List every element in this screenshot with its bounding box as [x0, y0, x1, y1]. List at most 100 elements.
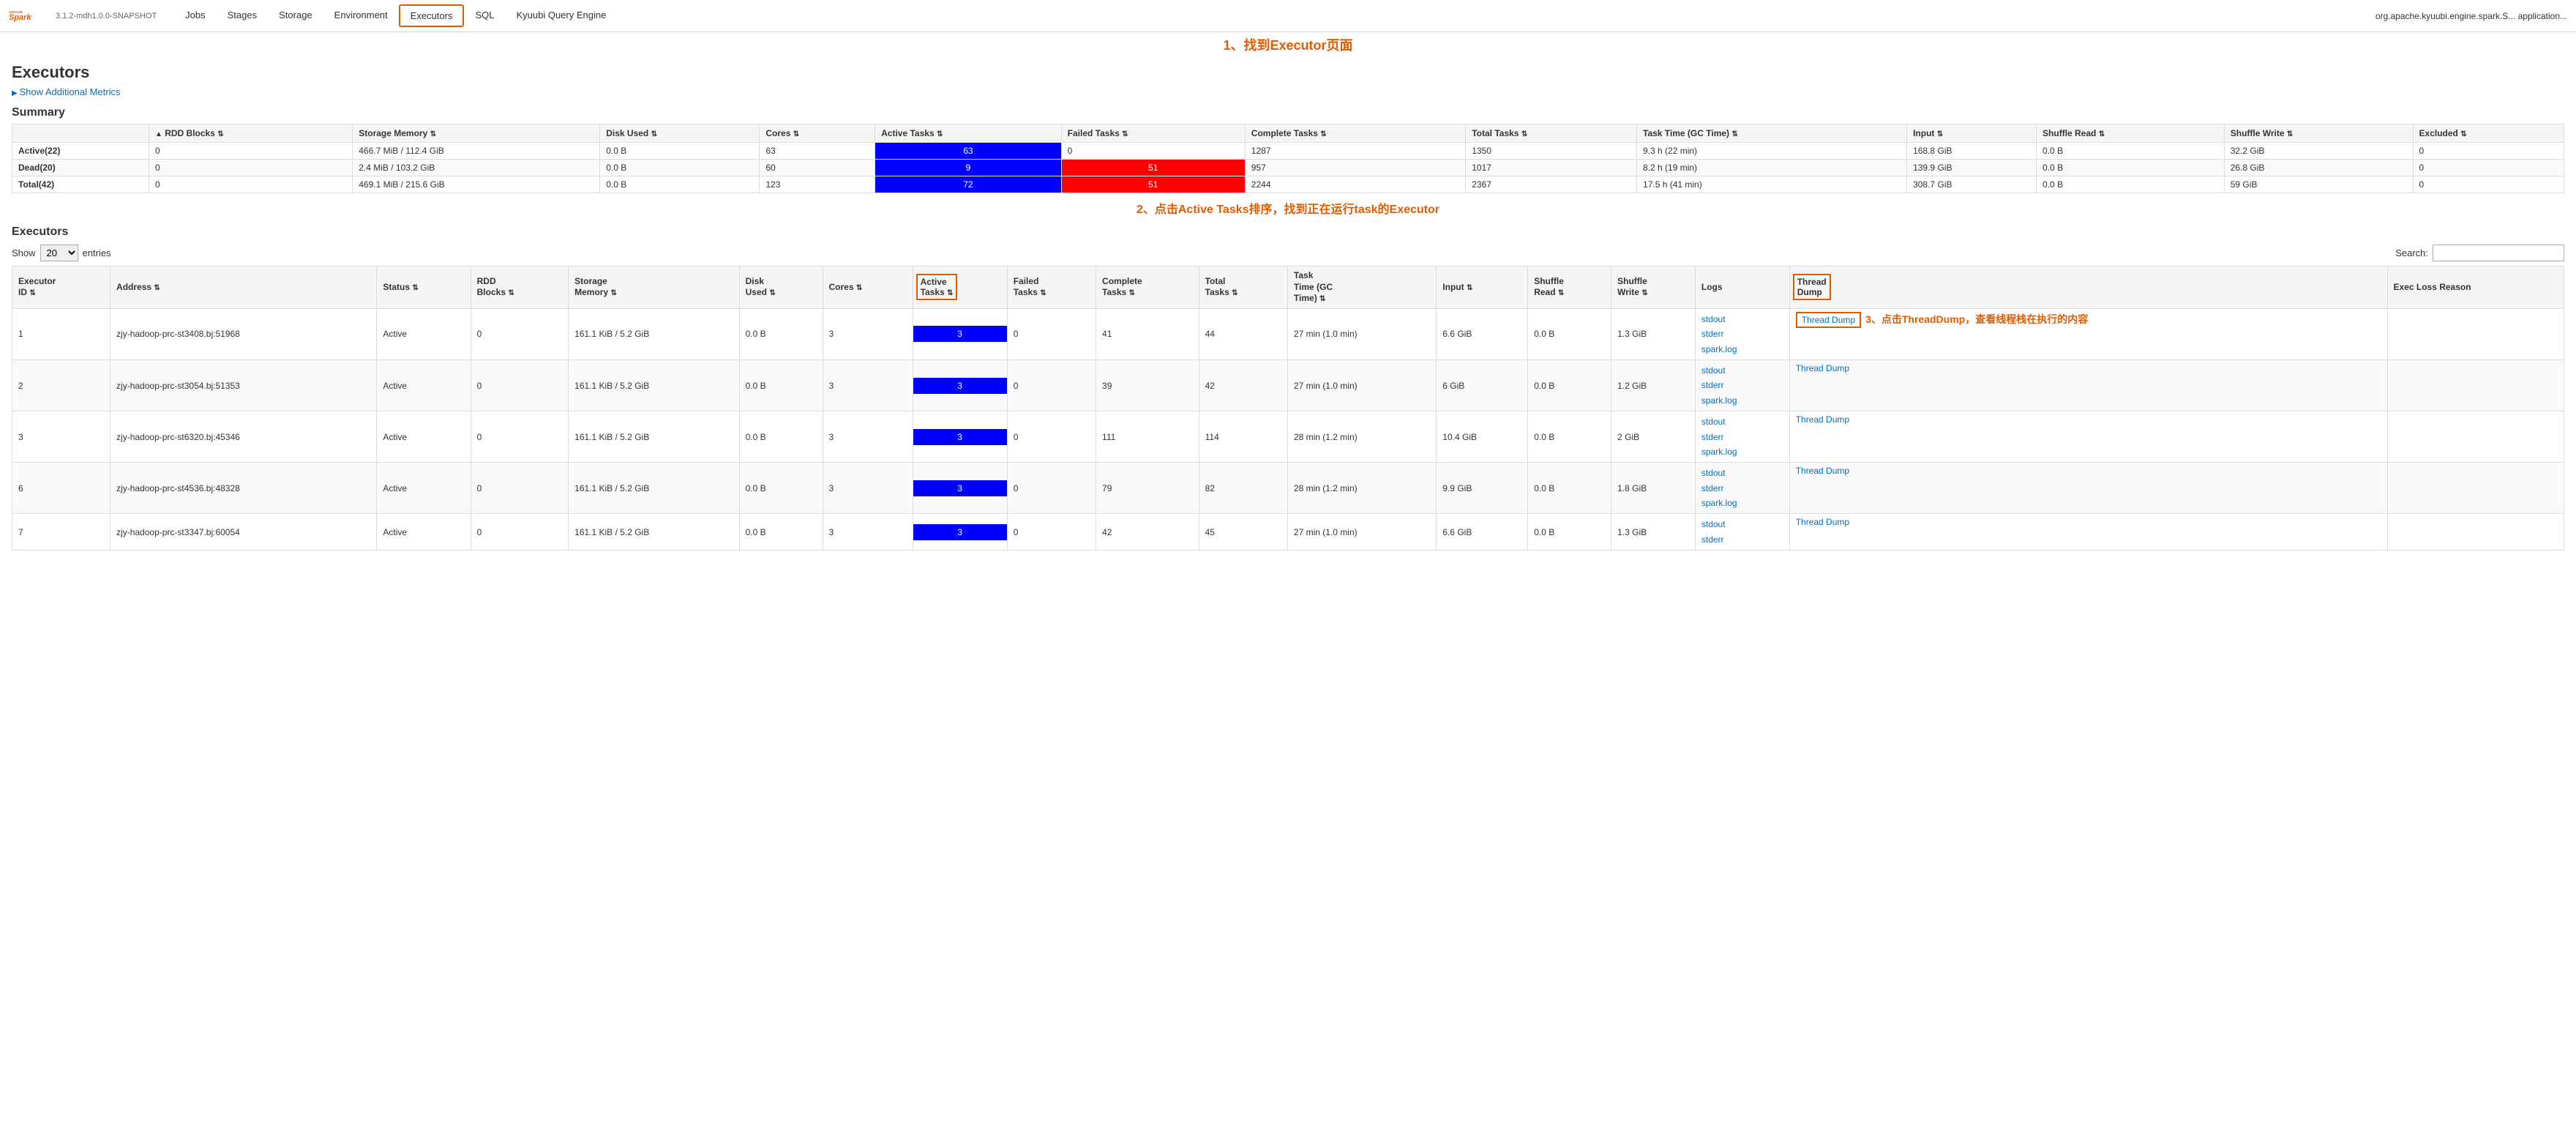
exec-col-thread-dump[interactable]: ThreadDump — [1789, 266, 2387, 309]
exec-complete-tasks-cell: 41 — [1096, 308, 1199, 359]
exec-col-total-tasks[interactable]: TotalTasks ⇅ — [1199, 266, 1287, 309]
summary-col-complete-tasks[interactable]: Complete Tasks ⇅ — [1245, 124, 1465, 143]
exec-col-shuffle-read[interactable]: ShuffleRead ⇅ — [1528, 266, 1611, 309]
summary-col-excluded[interactable]: Excluded ⇅ — [2413, 124, 2564, 143]
summary-cell: 9.3 h (22 min) — [1637, 143, 1907, 160]
log-link-stdout[interactable]: stdout — [1701, 519, 1726, 529]
exec-task-time-cell: 27 min (1.0 min) — [1287, 308, 1436, 359]
exec-col-active-tasks[interactable]: ActiveTasks ⇅ — [913, 266, 1007, 309]
nav-executors[interactable]: Executors — [399, 4, 465, 27]
exec-logs-cell: stdout stderr spark.log — [1695, 359, 1789, 411]
log-link-stdout[interactable]: stdout — [1701, 468, 1726, 478]
exec-col-id[interactable]: ExecutorID ⇅ — [12, 266, 111, 309]
exec-col-input[interactable]: Input ⇅ — [1437, 266, 1528, 309]
exec-complete-tasks-cell: 39 — [1096, 359, 1199, 411]
log-link-stderr[interactable]: stderr — [1701, 534, 1724, 545]
exec-failed-tasks-cell: 0 — [1007, 514, 1096, 551]
annotation-step2: 2、点击Active Tasks排序，找到正在运行task的Executor — [1137, 204, 1439, 216]
entries-select[interactable]: 20 50 100 — [40, 245, 78, 261]
summary-col-input[interactable]: Input ⇅ — [1907, 124, 2037, 143]
thread-dump-link[interactable]: Thread Dump — [1796, 414, 1849, 425]
show-metrics-link[interactable]: Show Additional Metrics — [12, 86, 120, 97]
log-link-stdout[interactable]: stdout — [1701, 365, 1726, 376]
active-tasks-value: 3 — [913, 524, 1007, 540]
nav-links: Jobs Stages Storage Environment Executor… — [174, 4, 2375, 27]
summary-cell: 123 — [760, 176, 875, 193]
summary-col-shuffle-read[interactable]: Shuffle Read ⇅ — [2037, 124, 2225, 143]
exec-col-disk[interactable]: DiskUsed ⇅ — [739, 266, 823, 309]
nav-stages[interactable]: Stages — [217, 4, 268, 27]
exec-failed-tasks-cell: 0 — [1007, 308, 1096, 359]
log-link-stdout[interactable]: stdout — [1701, 314, 1726, 324]
exec-col-address[interactable]: Address ⇅ — [111, 266, 377, 309]
exec-col-complete-tasks[interactable]: CompleteTasks ⇅ — [1096, 266, 1199, 309]
exec-shuffle-read-cell: 0.0 B — [1528, 463, 1611, 514]
exec-total-tasks-cell: 114 — [1199, 411, 1287, 463]
nav-sql[interactable]: SQL — [464, 4, 505, 27]
search-input[interactable] — [2433, 245, 2564, 261]
exec-logs-cell: stdout stderr spark.log — [1695, 308, 1789, 359]
summary-cell: 8.2 h (19 min) — [1637, 160, 1907, 176]
exec-col-failed-tasks[interactable]: FailedTasks ⇅ — [1007, 266, 1096, 309]
thread-dump-link[interactable]: Thread Dump — [1796, 466, 1849, 476]
nav-jobs[interactable]: Jobs — [174, 4, 216, 27]
exec-disk-used-cell: 0.0 B — [739, 514, 823, 551]
summary-cell: 0 — [2413, 160, 2564, 176]
active-tasks-value: 3 — [913, 326, 1007, 342]
exec-rdd-blocks-cell: 0 — [471, 359, 569, 411]
exec-status-cell: Active — [377, 359, 471, 411]
exec-logs-cell: stdout stderr — [1695, 514, 1789, 551]
exec-col-task-time[interactable]: TaskTime (GCTime) ⇅ — [1287, 266, 1436, 309]
summary-col-active-tasks[interactable]: Active Tasks ⇅ — [875, 124, 1062, 143]
summary-col-failed-tasks[interactable]: Failed Tasks ⇅ — [1061, 124, 1245, 143]
summary-cell: 0.0 B — [600, 143, 760, 160]
summary-col-total-tasks[interactable]: Total Tasks ⇅ — [1466, 124, 1637, 143]
log-link-stderr[interactable]: stderr — [1701, 380, 1724, 390]
log-link-stderr[interactable]: stderr — [1701, 329, 1724, 339]
log-link-spark-log[interactable]: spark.log — [1701, 498, 1737, 508]
exec-executor-id-cell: 2 — [12, 359, 111, 411]
exec-storage-memory-cell: 161.1 KiB / 5.2 GiB — [569, 514, 739, 551]
exec-active-tasks-cell: 3 — [913, 463, 1007, 514]
exec-col-cores[interactable]: Cores ⇅ — [823, 266, 913, 309]
nav-kyuubi[interactable]: Kyuubi Query Engine — [505, 4, 617, 27]
log-link-stderr[interactable]: stderr — [1701, 432, 1724, 442]
exec-status-cell: Active — [377, 514, 471, 551]
summary-col-task-time[interactable]: Task Time (GC Time) ⇅ — [1637, 124, 1907, 143]
exec-loss-reason-cell — [2387, 411, 2564, 463]
exec-thread-dump-cell: Thread Dump — [1789, 411, 2387, 463]
summary-cell: 2367 — [1466, 176, 1637, 193]
exec-cores-cell: 3 — [823, 411, 913, 463]
nav-environment[interactable]: Environment — [323, 4, 399, 27]
thread-dump-link[interactable]: Thread Dump — [1796, 363, 1849, 373]
thread-dump-link[interactable]: Thread Dump — [1796, 312, 1861, 328]
thread-dump-link[interactable]: Thread Dump — [1796, 517, 1849, 527]
log-link-stdout[interactable]: stdout — [1701, 417, 1726, 427]
exec-col-shuffle-write[interactable]: ShuffleWrite ⇅ — [1611, 266, 1696, 309]
exec-disk-used-cell: 0.0 B — [739, 359, 823, 411]
summary-col-cores[interactable]: Cores ⇅ — [760, 124, 875, 143]
log-link-spark-log[interactable]: spark.log — [1701, 395, 1737, 406]
exec-col-logs[interactable]: Logs — [1695, 266, 1789, 309]
summary-col-storage[interactable]: Storage Memory ⇅ — [353, 124, 600, 143]
summary-col-shuffle-write[interactable]: Shuffle Write ⇅ — [2224, 124, 2413, 143]
summary-cell: 0 — [2413, 176, 2564, 193]
summary-col-disk[interactable]: Disk Used ⇅ — [600, 124, 760, 143]
exec-address-cell: zjy-hadoop-prc-st3054.bj:51353 — [111, 359, 377, 411]
log-link-spark-log[interactable]: spark.log — [1701, 344, 1737, 354]
summary-cell: 51 — [1061, 160, 1245, 176]
exec-col-storage[interactable]: StorageMemory ⇅ — [569, 266, 739, 309]
log-link-stderr[interactable]: stderr — [1701, 483, 1724, 493]
log-link-spark-log[interactable]: spark.log — [1701, 447, 1737, 457]
exec-col-status[interactable]: Status ⇅ — [377, 266, 471, 309]
nav-storage[interactable]: Storage — [268, 4, 323, 27]
exec-col-rdd[interactable]: RDDBlocks ⇅ — [471, 266, 569, 309]
summary-cell: 63 — [760, 143, 875, 160]
exec-cores-cell: 3 — [823, 359, 913, 411]
exec-storage-memory-cell: 161.1 KiB / 5.2 GiB — [569, 308, 739, 359]
exec-active-tasks-cell: 3 — [913, 411, 1007, 463]
page-title: Executors — [12, 63, 2564, 82]
summary-col-rdd[interactable]: ▲ RDD Blocks ⇅ — [149, 124, 352, 143]
active-tasks-value: 3 — [913, 378, 1007, 394]
exec-input-cell: 6.6 GiB — [1437, 308, 1528, 359]
